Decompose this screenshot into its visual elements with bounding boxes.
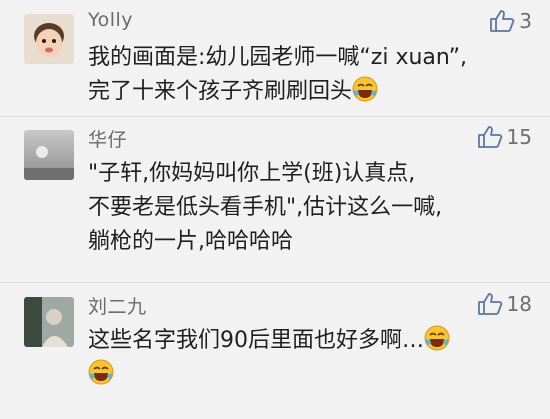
laughing-crying-emoji-icon: [424, 325, 450, 351]
laughing-crying-emoji-icon: [352, 76, 378, 102]
comment-item: Yolly 3 我的画面是:幼儿园老师一喊“zi xuan”, 完了十来个孩子齐…: [0, 0, 550, 116]
like-count: 18: [506, 292, 532, 316]
like-count: 15: [506, 125, 532, 149]
like-button[interactable]: 18: [477, 292, 532, 316]
username[interactable]: 华仔: [88, 125, 127, 152]
comment-line: 躺枪的一片,哈哈哈哈: [88, 229, 293, 254]
comment-line: 不要老是低头看手机",估计这么一喊,: [88, 195, 443, 220]
comment-text: 这些名字我们90后里面也好多啊…: [88, 324, 530, 392]
comment-line: 这些名字我们90后里面也好多啊…: [88, 328, 424, 353]
avatar[interactable]: [24, 297, 74, 347]
like-count: 3: [519, 9, 532, 33]
comment-text: "子轩,你妈妈叫你上学(班)认真点, 不要老是低头看手机",估计这么一喊, 躺枪…: [88, 157, 530, 259]
avatar[interactable]: [24, 130, 74, 180]
comment-line-wrap: 完了十来个孩子齐刷刷回头: [88, 75, 530, 109]
like-button[interactable]: 15: [477, 125, 532, 149]
comment-line-wrap: 这些名字我们90后里面也好多啊…: [88, 324, 530, 358]
sunset-avatar-image: [24, 130, 74, 180]
portrait-avatar-image: [24, 297, 74, 347]
comment-line-wrap: [88, 358, 530, 392]
comment-line: 我的画面是:幼儿园老师一喊“zi xuan”,: [88, 45, 468, 70]
like-button[interactable]: 3: [489, 9, 532, 33]
thumbs-up-icon: [477, 125, 503, 149]
avatar[interactable]: [24, 14, 74, 64]
laughing-crying-emoji-icon: [88, 359, 114, 385]
username[interactable]: 刘二九: [88, 292, 147, 319]
comment-text: 我的画面是:幼儿园老师一喊“zi xuan”, 完了十来个孩子齐刷刷回头: [88, 41, 530, 109]
child-avatar-image: [24, 14, 74, 64]
comment-item: 刘二九 18 这些名字我们90后里面也好多啊…: [0, 283, 550, 419]
thumbs-up-icon: [477, 292, 503, 316]
comment-item: 华仔 15 "子轩,你妈妈叫你上学(班)认真点, 不要老是低头看手机",估计这么…: [0, 117, 550, 282]
username[interactable]: Yolly: [88, 9, 133, 31]
comment-line: "子轩,你妈妈叫你上学(班)认真点,: [88, 161, 416, 186]
thumbs-up-icon: [489, 9, 515, 33]
comment-line: 完了十来个孩子齐刷刷回头: [88, 79, 353, 104]
